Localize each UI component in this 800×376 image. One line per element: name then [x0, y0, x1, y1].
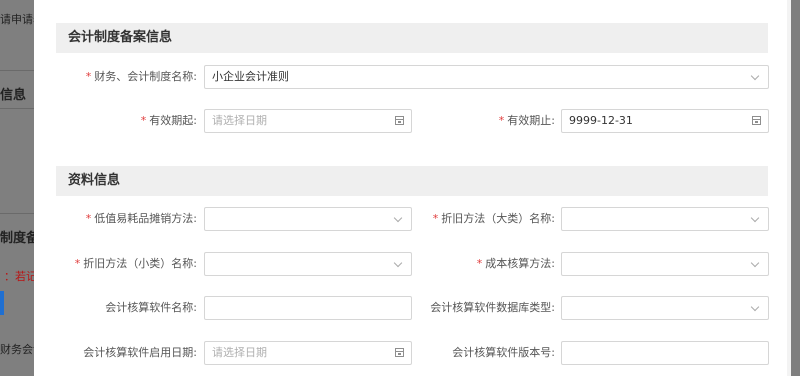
- depreciation-major-select[interactable]: [561, 207, 769, 231]
- valid-from-date-picker[interactable]: 请选择日期: [204, 109, 412, 133]
- section-materials: 资料信息: [56, 166, 768, 196]
- software-db-select[interactable]: [561, 296, 769, 320]
- required-mark: *: [85, 70, 92, 83]
- software-date-label: 会计核算软件启用日期:: [83, 346, 197, 359]
- modal-dialog: 会计制度备案信息 * 财务、会计制度名称: 小企业会计准则 * 有效期起: 请选择日…: [34, 0, 791, 376]
- software-db-label: 会计核算软件数据库类型:: [430, 301, 555, 314]
- software-date-placeholder: 请选择日期: [212, 346, 267, 359]
- chevron-down-icon: [393, 258, 403, 268]
- software-date-picker[interactable]: 请选择日期: [204, 341, 412, 365]
- calendar-icon: [395, 348, 404, 357]
- chevron-down-icon: [393, 213, 403, 223]
- cost-method-label: * 成本核算方法:: [476, 257, 555, 270]
- valid-to-date-picker[interactable]: 9999-12-31: [561, 109, 769, 133]
- system-name-select[interactable]: 小企业会计准则: [204, 65, 769, 89]
- chevron-down-icon: [750, 71, 760, 81]
- calendar-icon: [752, 116, 761, 125]
- valid-to-label: * 有效期止:: [498, 114, 555, 127]
- chevron-down-icon: [750, 302, 760, 312]
- software-version-label: 会计核算软件版本号:: [452, 346, 555, 359]
- valid-to-value: 9999-12-31: [569, 114, 633, 127]
- calendar-icon: [395, 116, 404, 125]
- low-value-method-label: * 低值易耗品摊销方法:: [85, 212, 197, 225]
- depreciation-minor-label: * 折旧方法（小类）名称:: [74, 257, 197, 270]
- valid-from-placeholder: 请选择日期: [212, 114, 267, 127]
- bg-button-edge: [0, 291, 4, 315]
- software-name-label: 会计核算软件名称:: [105, 301, 197, 314]
- section-accounting-system: 会计制度备案信息: [56, 23, 768, 53]
- cost-method-select[interactable]: [561, 252, 769, 276]
- software-name-input[interactable]: [204, 296, 412, 320]
- system-name-label: * 财务、会计制度名称:: [85, 70, 197, 83]
- chevron-down-icon: [750, 258, 760, 268]
- depreciation-major-label: * 折旧方法（大类）名称:: [432, 212, 555, 225]
- software-version-input[interactable]: [561, 341, 769, 365]
- bg-info-heading: 信息: [0, 88, 27, 103]
- system-name-value: 小企业会计准则: [212, 70, 289, 83]
- low-value-method-select[interactable]: [204, 207, 412, 231]
- modal-scrollbar[interactable]: [787, 0, 791, 376]
- depreciation-minor-select[interactable]: [204, 252, 412, 276]
- chevron-down-icon: [750, 213, 760, 223]
- valid-from-label: * 有效期起:: [140, 114, 197, 127]
- bg-warning-text: ：若记: [4, 270, 37, 283]
